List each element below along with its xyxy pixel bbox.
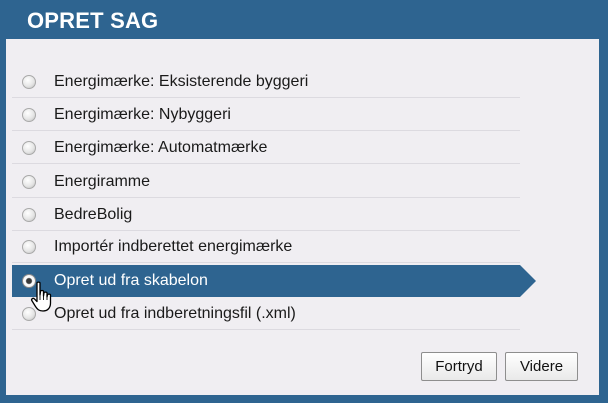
radio-button[interactable] [22,75,36,89]
radio-button[interactable] [22,141,36,155]
option-existing-building[interactable]: Energimærke: Eksisterende byggeri [12,66,520,98]
option-new-building[interactable]: Energimærke: Nybyggeri [12,99,520,131]
dialog-content: Energimærke: Eksisterende byggeri Energi… [6,39,599,395]
option-label: Energiramme [54,173,151,190]
option-energy-frame[interactable]: Energiramme [12,166,520,198]
option-label: Importér indberettet energimærke [54,238,293,255]
cancel-button[interactable]: Fortryd [421,352,497,381]
option-label: BedreBolig [54,206,133,223]
option-label: Opret ud fra indberetningsfil (.xml) [54,305,296,322]
option-label: Energimærke: Nybyggeri [54,106,231,123]
hand-pointer-icon [30,281,52,312]
radio-button[interactable] [22,240,36,254]
option-bedrebolig[interactable]: BedreBolig [12,199,520,231]
option-label: Opret ud fra skabelon [54,272,208,289]
option-label: Energimærke: Automatmærke [54,139,268,156]
radio-button[interactable] [22,175,36,189]
dialog-title: OPRET SAG [27,8,159,33]
option-import-reported[interactable]: Importér indberettet energimærke [12,231,520,263]
option-from-xml-file[interactable]: Opret ud fra indberetningsfil (.xml) [12,298,520,330]
radio-button[interactable] [22,208,36,222]
radio-button[interactable] [22,108,36,122]
create-case-dialog: OPRET SAG Energimærke: Eksisterende bygg… [0,0,608,403]
next-button[interactable]: Videre [505,352,578,381]
option-label: Energimærke: Eksisterende byggeri [54,73,309,90]
option-from-template[interactable]: Opret ud fra skabelon [12,265,536,297]
option-automatic-label[interactable]: Energimærke: Automatmærke [12,132,520,164]
